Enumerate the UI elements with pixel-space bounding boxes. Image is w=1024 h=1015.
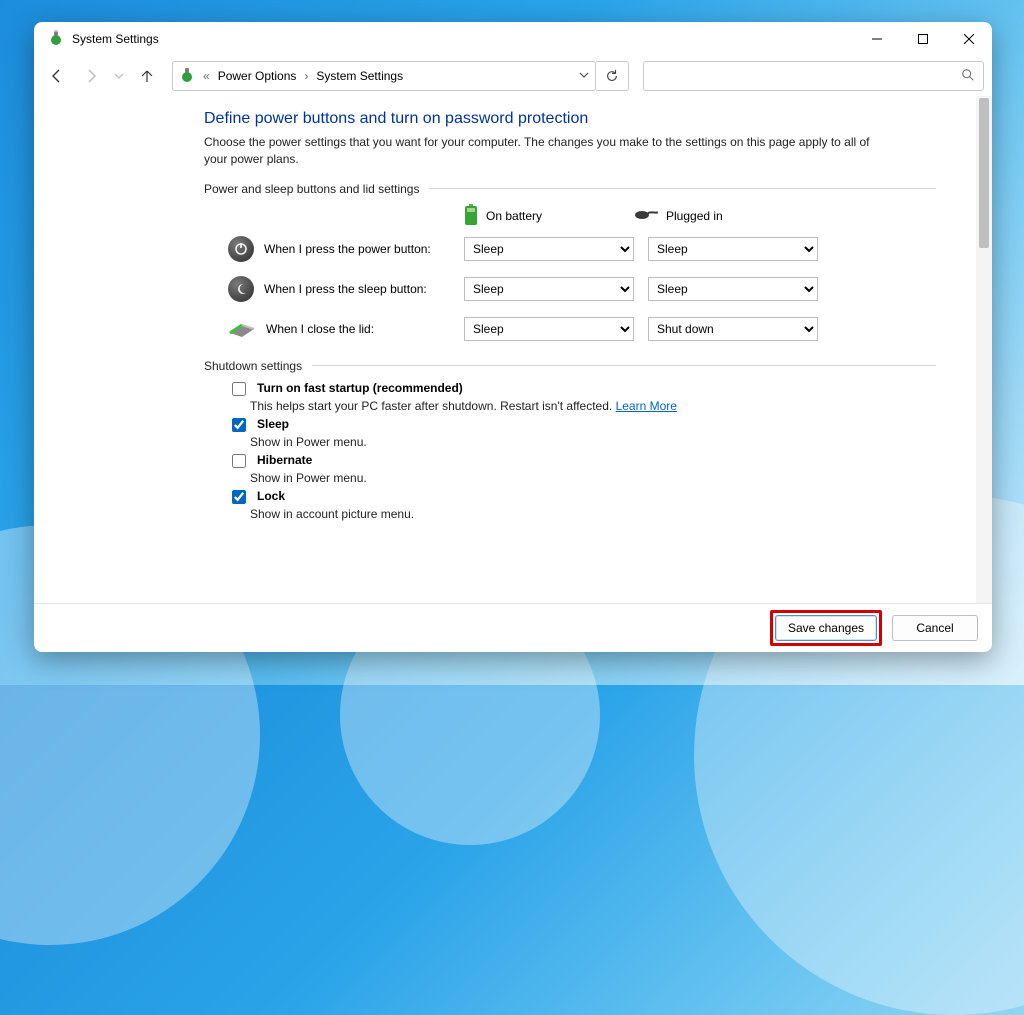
refresh-button[interactable]: [596, 61, 629, 91]
content-area: Define power buttons and turn on passwor…: [34, 96, 976, 603]
select-sleep-battery[interactable]: Sleep: [464, 277, 634, 301]
section-shutdown-label: Shutdown settings: [204, 359, 302, 373]
select-lid-plugged[interactable]: Shut down: [648, 317, 818, 341]
hibernate-desc: Show in Power menu.: [250, 471, 936, 485]
address-bar[interactable]: « Power Options › System Settings: [172, 61, 596, 91]
option-sleep: Sleep Show in Power menu.: [228, 417, 936, 449]
section-power-buttons: Power and sleep buttons and lid settings: [204, 182, 936, 196]
option-hibernate: Hibernate Show in Power menu.: [228, 453, 936, 485]
fast-startup-desc-text: This helps start your PC faster after sh…: [250, 399, 616, 413]
address-dropdown-icon[interactable]: [579, 69, 589, 83]
recent-locations-button[interactable]: [110, 61, 128, 91]
select-sleep-plugged[interactable]: Sleep: [648, 277, 818, 301]
close-button[interactable]: [946, 22, 992, 56]
checkbox-fast-startup[interactable]: Turn on fast startup (recommended): [228, 381, 936, 399]
back-button[interactable]: [42, 61, 72, 91]
checkbox-sleep-input[interactable]: [232, 418, 246, 432]
fast-startup-label: Turn on fast startup (recommended): [257, 381, 463, 395]
select-lid-battery[interactable]: Sleep: [464, 317, 634, 341]
power-options-table: On battery Plugged in When I pr: [228, 204, 868, 349]
footer: Save changes Cancel: [34, 603, 992, 652]
lock-label: Lock: [257, 489, 285, 503]
col-plugged-in: Plugged in: [634, 204, 804, 229]
page-intro: Choose the power settings that you want …: [204, 134, 884, 168]
window-title: System Settings: [72, 32, 159, 46]
learn-more-link[interactable]: Learn More: [616, 399, 677, 413]
option-lock: Lock Show in account picture menu.: [228, 489, 936, 521]
sleep-desc: Show in Power menu.: [250, 435, 936, 449]
navigation-toolbar: « Power Options › System Settings: [34, 56, 992, 96]
col-plugged-label: Plugged in: [666, 209, 723, 223]
app-icon: [48, 30, 64, 49]
checkbox-sleep[interactable]: Sleep: [228, 417, 936, 435]
breadcrumb-system-settings[interactable]: System Settings: [316, 69, 403, 83]
section-power-label: Power and sleep buttons and lid settings: [204, 182, 419, 196]
row-lid-label: When I close the lid:: [266, 322, 374, 336]
checkbox-lock[interactable]: Lock: [228, 489, 936, 507]
control-panel-icon: [179, 67, 195, 86]
breadcrumb-separator-icon: «: [203, 69, 210, 83]
up-button[interactable]: [132, 61, 162, 91]
col-on-battery: On battery: [464, 204, 634, 229]
search-box[interactable]: [643, 61, 984, 91]
checkbox-lock-input[interactable]: [232, 490, 246, 504]
search-icon: [961, 68, 975, 85]
save-button[interactable]: Save changes: [775, 615, 877, 641]
divider: [429, 188, 936, 189]
row-sleep-label: When I press the sleep button:: [264, 282, 427, 296]
maximize-button[interactable]: [900, 22, 946, 56]
control-panel-window: System Settings « Power Options › System…: [34, 22, 992, 652]
save-highlight: Save changes: [770, 610, 882, 646]
battery-icon: [464, 204, 478, 229]
sleep-button-icon: [228, 276, 254, 302]
divider: [312, 365, 936, 366]
select-power-plugged[interactable]: Sleep: [648, 237, 818, 261]
select-power-battery[interactable]: Sleep: [464, 237, 634, 261]
page-heading: Define power buttons and turn on passwor…: [204, 110, 936, 128]
hibernate-label: Hibernate: [257, 453, 312, 467]
lid-icon: [228, 317, 256, 340]
breadcrumb-power-options[interactable]: Power Options: [218, 69, 297, 83]
sleep-label: Sleep: [257, 417, 289, 431]
checkbox-fast-startup-input[interactable]: [232, 382, 246, 396]
titlebar: System Settings: [34, 22, 992, 56]
option-fast-startup: Turn on fast startup (recommended) This …: [228, 381, 936, 413]
checkbox-hibernate[interactable]: Hibernate: [228, 453, 936, 471]
section-shutdown: Shutdown settings: [204, 359, 936, 373]
minimize-button[interactable]: [854, 22, 900, 56]
row-power-label: When I press the power button:: [264, 242, 431, 256]
col-battery-label: On battery: [486, 209, 542, 223]
plug-icon: [634, 208, 658, 225]
lock-desc: Show in account picture menu.: [250, 507, 936, 521]
chevron-right-icon: ›: [304, 69, 308, 83]
forward-button[interactable]: [76, 61, 106, 91]
cancel-button[interactable]: Cancel: [892, 615, 978, 641]
checkbox-hibernate-input[interactable]: [232, 454, 246, 468]
scrollbar-thumb[interactable]: [979, 98, 989, 248]
fast-startup-desc: This helps start your PC faster after sh…: [250, 399, 936, 413]
scrollbar[interactable]: [976, 96, 992, 603]
power-button-icon: [228, 236, 254, 262]
